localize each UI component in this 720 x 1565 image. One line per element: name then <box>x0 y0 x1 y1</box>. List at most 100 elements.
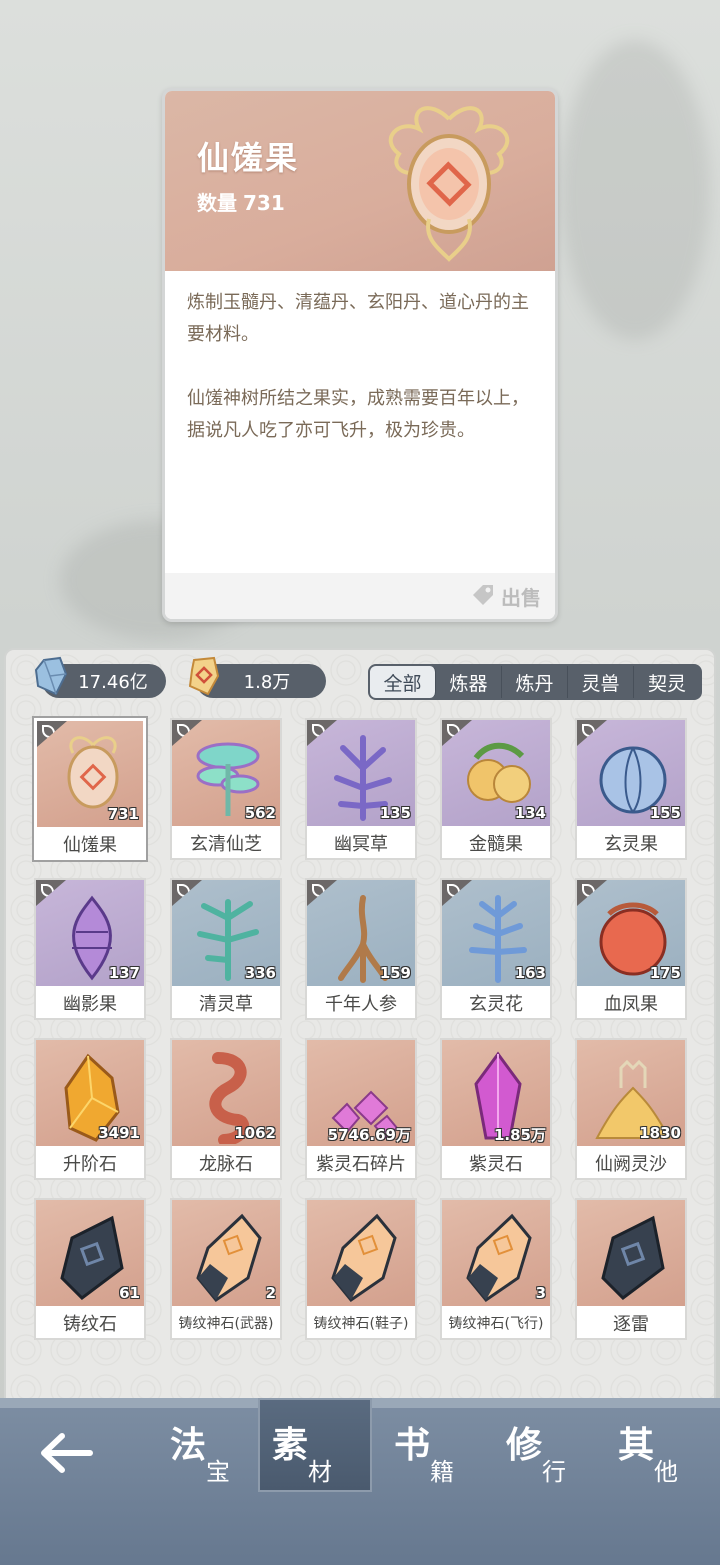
golden-fruit-icon <box>388 106 510 262</box>
nav-tab-cultivation[interactable]: 修 行 <box>494 1414 604 1494</box>
gold-currency: 1.8万 <box>188 656 326 698</box>
item-name: 千年人参 <box>307 986 415 1018</box>
item-count: 61 <box>119 1284 140 1302</box>
gold-amount: 1.8万 <box>243 672 291 693</box>
spirit-stone-currency: 17.46亿 <box>34 656 166 698</box>
gold-ingot-icon <box>188 656 220 696</box>
nav-tab-materials-main: 素 <box>272 1424 309 1466</box>
nav-tab-other-main: 其 <box>618 1424 655 1466</box>
item-name: 紫灵石碎片 <box>307 1146 415 1178</box>
item-card[interactable]: 逐雷 <box>575 1198 687 1340</box>
item-count: 1062 <box>234 1124 276 1142</box>
item-card[interactable]: 155 玄灵果 <box>575 718 687 860</box>
rune-crystal-icon <box>331 1213 397 1303</box>
item-name: 玄灵花 <box>442 986 550 1018</box>
item-count: 137 <box>108 964 140 982</box>
filter-tab-beast[interactable]: 灵兽 <box>568 666 634 698</box>
item-card[interactable]: 731 仙馐果 <box>34 718 146 860</box>
item-card[interactable]: 163 玄灵花 <box>440 878 552 1020</box>
filter-tab-contract[interactable]: 契灵 <box>634 666 700 698</box>
spirit-stone-amount: 17.46亿 <box>78 672 148 693</box>
item-count: 562 <box>244 804 276 822</box>
item-name: 铸纹神石(鞋子) <box>307 1306 415 1338</box>
item-name: 龙脉石 <box>172 1146 280 1178</box>
item-card[interactable]: 5746.69万紫灵石碎片 <box>305 1038 417 1180</box>
nav-tab-other[interactable]: 其 他 <box>606 1414 716 1494</box>
filter-tab-refining[interactable]: 炼器 <box>436 666 502 698</box>
item-count: 155 <box>649 804 681 822</box>
item-description-usage: 炼制玉髓丹、清蕴丹、玄阳丹、道心丹的主要材料。 <box>187 292 529 345</box>
nav-tab-materials-sub: 材 <box>308 1458 332 1486</box>
item-name: 玄清仙芝 <box>172 826 280 858</box>
item-name: 仙阙灵沙 <box>577 1146 685 1178</box>
item-count: 175 <box>649 964 681 982</box>
nav-tab-materials[interactable]: 素 材 <box>258 1398 372 1492</box>
background-wash <box>560 40 710 340</box>
item-card[interactable]: 562 玄清仙芝 <box>170 718 282 860</box>
item-detail-header: 仙馐果 数量 731 <box>165 91 555 271</box>
item-name: 仙馐果 <box>37 827 143 857</box>
item-card[interactable]: 336 清灵草 <box>170 878 282 1020</box>
item-card[interactable]: 2 铸纹神石(武器) <box>170 1198 282 1340</box>
quantity-label: 数量 <box>197 191 237 215</box>
item-name: 紫灵石 <box>442 1146 550 1178</box>
item-card[interactable]: 3491 升阶石 <box>34 1038 146 1180</box>
item-title: 仙馐果 <box>197 139 300 177</box>
item-card[interactable]: 1062 龙脉石 <box>170 1038 282 1180</box>
item-description: 炼制玉髓丹、清蕴丹、玄阳丹、道心丹的主要材料。 仙馐神树所结之果实，成熟需要百年… <box>187 287 539 479</box>
item-card[interactable]: 61 铸纹石 <box>34 1198 146 1340</box>
nav-tab-cultivation-main: 修 <box>506 1424 543 1466</box>
item-detail-footer: 出售 <box>165 573 555 619</box>
filter-tabs: 全部 炼器 炼丹 灵兽 契灵 <box>368 664 702 700</box>
nav-tab-books-sub: 籍 <box>430 1458 454 1486</box>
nav-tab-books-main: 书 <box>394 1424 431 1466</box>
item-card[interactable]: 3 铸纹神石(飞行) <box>440 1198 552 1340</box>
item-count: 134 <box>514 804 546 822</box>
inventory-panel: 17.46亿 1.8万 全部 炼器 炼丹 灵兽 契灵 731 仙馐果 562 玄清仙芝… <box>4 648 716 1408</box>
sell-label: 出售 <box>501 585 541 610</box>
item-count: 135 <box>379 804 411 822</box>
item-image <box>442 1200 550 1306</box>
sell-button[interactable]: 出售 <box>469 581 541 611</box>
item-name: 金髓果 <box>442 826 550 858</box>
spirit-stone-icon <box>34 656 68 696</box>
item-detail-card: 仙馐果 数量 731 炼制玉髓丹、清蕴丹、玄阳丹、道心丹的主要材料。 仙馐神树所结… <box>162 88 558 622</box>
nav-tab-treasure[interactable]: 法 宝 <box>158 1414 268 1494</box>
back-arrow-icon <box>41 1433 93 1473</box>
item-image <box>577 1200 685 1306</box>
nav-tab-books[interactable]: 书 籍 <box>382 1414 492 1494</box>
item-name: 幽影果 <box>36 986 144 1018</box>
bottom-nav: 法 宝 素 材 书 籍 修 行 其 他 <box>0 1398 720 1565</box>
back-button[interactable] <box>36 1426 96 1480</box>
rune-crystal-icon <box>466 1213 532 1303</box>
item-card[interactable]: 135 幽冥草 <box>305 718 417 860</box>
rune-stone-icon <box>601 1215 665 1300</box>
filter-tab-all[interactable]: 全部 <box>370 666 436 698</box>
item-card[interactable]: 175 血凤果 <box>575 878 687 1020</box>
item-count: 731 <box>107 805 139 823</box>
item-name: 血凤果 <box>577 986 685 1018</box>
nav-tab-treasure-main: 法 <box>170 1424 207 1466</box>
item-card[interactable]: 159 千年人参 <box>305 878 417 1020</box>
item-image <box>172 1200 280 1306</box>
item-quantity: 数量 731 <box>197 187 291 216</box>
item-name: 清灵草 <box>172 986 280 1018</box>
filter-tab-alchemy[interactable]: 炼丹 <box>502 666 568 698</box>
item-name: 逐雷 <box>577 1306 685 1338</box>
item-name: 铸纹石 <box>36 1306 144 1338</box>
item-card[interactable]: 1830 仙阙灵沙 <box>575 1038 687 1180</box>
item-name: 玄灵果 <box>577 826 685 858</box>
item-count: 5746.69万 <box>327 1126 411 1144</box>
item-count: 3 <box>535 1284 546 1302</box>
item-name: 升阶石 <box>36 1146 144 1178</box>
item-name: 铸纹神石(飞行) <box>442 1306 550 1338</box>
rune-crystal-icon <box>196 1213 262 1303</box>
item-card[interactable]: 铸纹神石(鞋子) <box>305 1198 417 1340</box>
item-name: 幽冥草 <box>307 826 415 858</box>
item-card[interactable]: 1.85万 紫灵石 <box>440 1038 552 1180</box>
item-count: 2 <box>265 1284 276 1302</box>
item-card[interactable]: 137 幽影果 <box>34 878 146 1020</box>
item-count: 163 <box>514 964 546 982</box>
item-card[interactable]: 134 金髓果 <box>440 718 552 860</box>
sell-tag-icon <box>473 585 493 605</box>
